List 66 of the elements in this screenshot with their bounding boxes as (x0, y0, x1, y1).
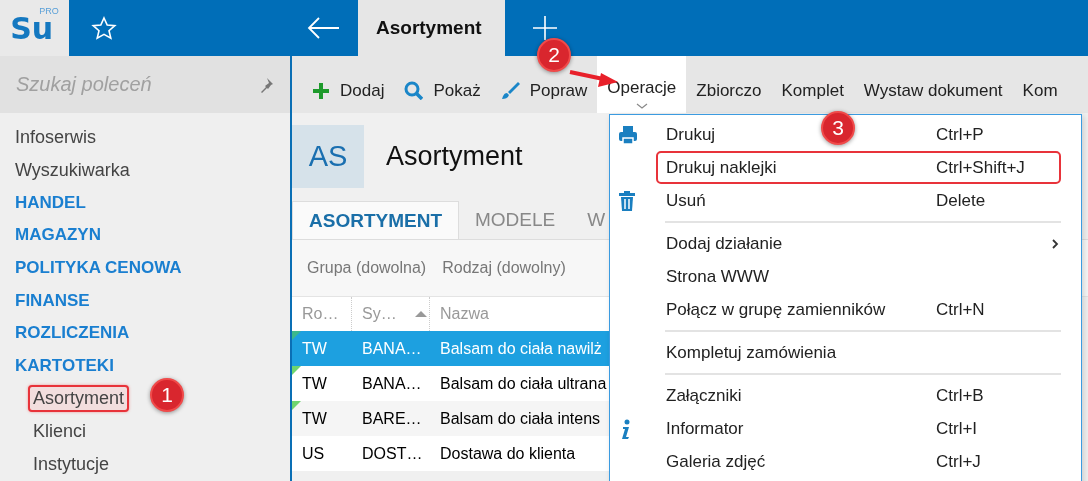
shortcut-label: Ctrl+N (936, 299, 986, 320)
menu-item[interactable]: Kompletuj zamówienia (666, 342, 837, 363)
sidebar-item[interactable]: POLITYKA CENOWA (15, 258, 182, 279)
filter-dropdown[interactable]: Rodzaj (dowolny) (442, 259, 566, 277)
command-search-field[interactable]: Szukaj poleceń (16, 73, 216, 96)
menu-item[interactable]: Załączniki (666, 385, 742, 406)
menu-item[interactable]: Połącz w grupę zamienników (666, 299, 886, 320)
sort-ascending-icon (414, 310, 427, 318)
module-badge: AS (292, 125, 364, 188)
toolbar-button[interactable]: Zbiorczo (686, 66, 772, 103)
menu-item[interactable]: Usuń (666, 190, 706, 211)
menu-item[interactable]: Strona WWW (666, 266, 769, 287)
table-cell-text: BARE… (361, 409, 423, 428)
table-cell-text: BANA… (361, 339, 423, 358)
toolbar-button[interactable]: Komplet (771, 66, 854, 103)
menu-item[interactable]: Galeria zdjęć (666, 451, 766, 472)
menu-item[interactable]: Drukuj naklejki (666, 157, 777, 178)
table-cell-text: Balsam do ciała ultrana (439, 374, 608, 393)
toolbar-button[interactable]: Kom (1012, 66, 1068, 103)
table-cell-text: DOST… (361, 444, 424, 463)
back-icon (307, 17, 340, 39)
document-tab[interactable]: Asortyment (358, 0, 505, 56)
menu-item[interactable]: Dodaj działanie (666, 233, 783, 254)
toolbar-button[interactable]: Wystaw dokument (853, 66, 1013, 103)
table-cell-text: US (301, 444, 326, 463)
sidebar-subitem[interactable]: Instytucje (28, 450, 115, 478)
search-icon (404, 81, 424, 100)
shortcut-label: Ctrl+Shift+J (936, 157, 1026, 178)
sidebar-item[interactable]: ROZLICZENIA (15, 323, 130, 344)
menu-item[interactable]: Informator (666, 418, 744, 439)
shortcut-label: Ctrl+B (936, 385, 985, 406)
brush-icon (500, 81, 520, 100)
sidebar-item[interactable]: HANDEL (15, 192, 86, 213)
sidebar-subitem[interactable]: Klienci (28, 418, 92, 446)
table-row[interactable]: TW BARE… Balsam do ciała intens (292, 401, 610, 436)
sidebar-item[interactable]: KARTOTEKI (15, 356, 114, 377)
sidebar-item[interactable]: MAGAZYN (15, 225, 101, 246)
sidebar-subitem[interactable]: Asortyment (28, 385, 130, 413)
table-cell-text: TW (301, 409, 328, 428)
shortcut-label: Ctrl+I (936, 418, 979, 439)
sidebar-item[interactable]: Wyszukiwarka (15, 159, 130, 181)
trash-icon (618, 190, 636, 211)
page-title: Asortyment (386, 141, 523, 172)
add-tab-icon (533, 16, 557, 40)
toolbar-button[interactable]: Operacje (597, 56, 687, 113)
filter-dropdown[interactable]: Grupa (dowolna) (307, 259, 427, 277)
table-cell-text: Balsam do ciała intens (439, 409, 602, 428)
table-cell-text: TW (301, 374, 328, 393)
command-search-bar[interactable]: Szukaj poleceń (0, 56, 290, 113)
sidebar-item[interactable]: Infoserwis (15, 126, 97, 148)
shortcut-label: Ctrl+J (936, 451, 982, 472)
toolbar-button[interactable]: Pokaż (394, 66, 491, 103)
plus-icon (312, 81, 330, 100)
table-cell-text: TW (301, 339, 328, 358)
shortcut-label: Ctrl+P (936, 124, 985, 145)
sidebar-item[interactable]: FINANSE (15, 290, 90, 311)
star-icon (90, 15, 117, 41)
table-cell-text: BANA… (361, 374, 423, 393)
chevron-down-icon (635, 103, 648, 110)
toolbar-button[interactable]: Dodaj (302, 66, 395, 103)
printer-icon (618, 124, 638, 145)
table-cell-text: Dostawa do klienta (439, 444, 577, 463)
table-cell-text: Balsam do ciała nawilż (439, 339, 603, 358)
menu-item[interactable]: Drukuj (666, 124, 716, 145)
shortcut-label: Delete (936, 190, 987, 211)
view-tab[interactable]: ASORTYMENT (292, 201, 459, 239)
